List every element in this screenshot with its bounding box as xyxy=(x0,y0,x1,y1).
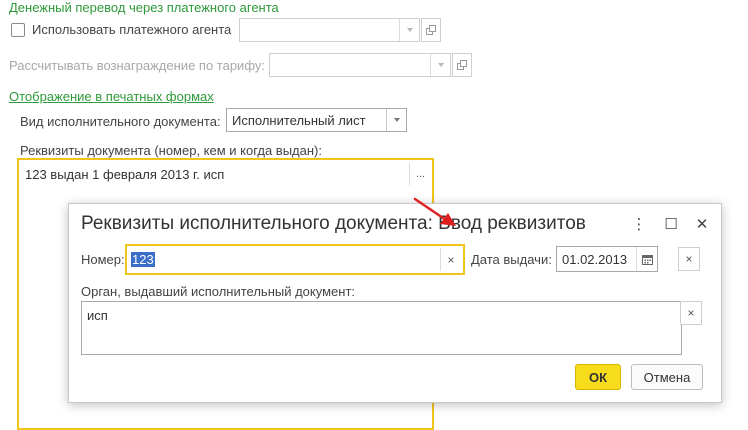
arrow-shaft xyxy=(413,197,448,222)
annotation-arrow xyxy=(413,197,456,226)
arrow-head xyxy=(440,213,456,226)
